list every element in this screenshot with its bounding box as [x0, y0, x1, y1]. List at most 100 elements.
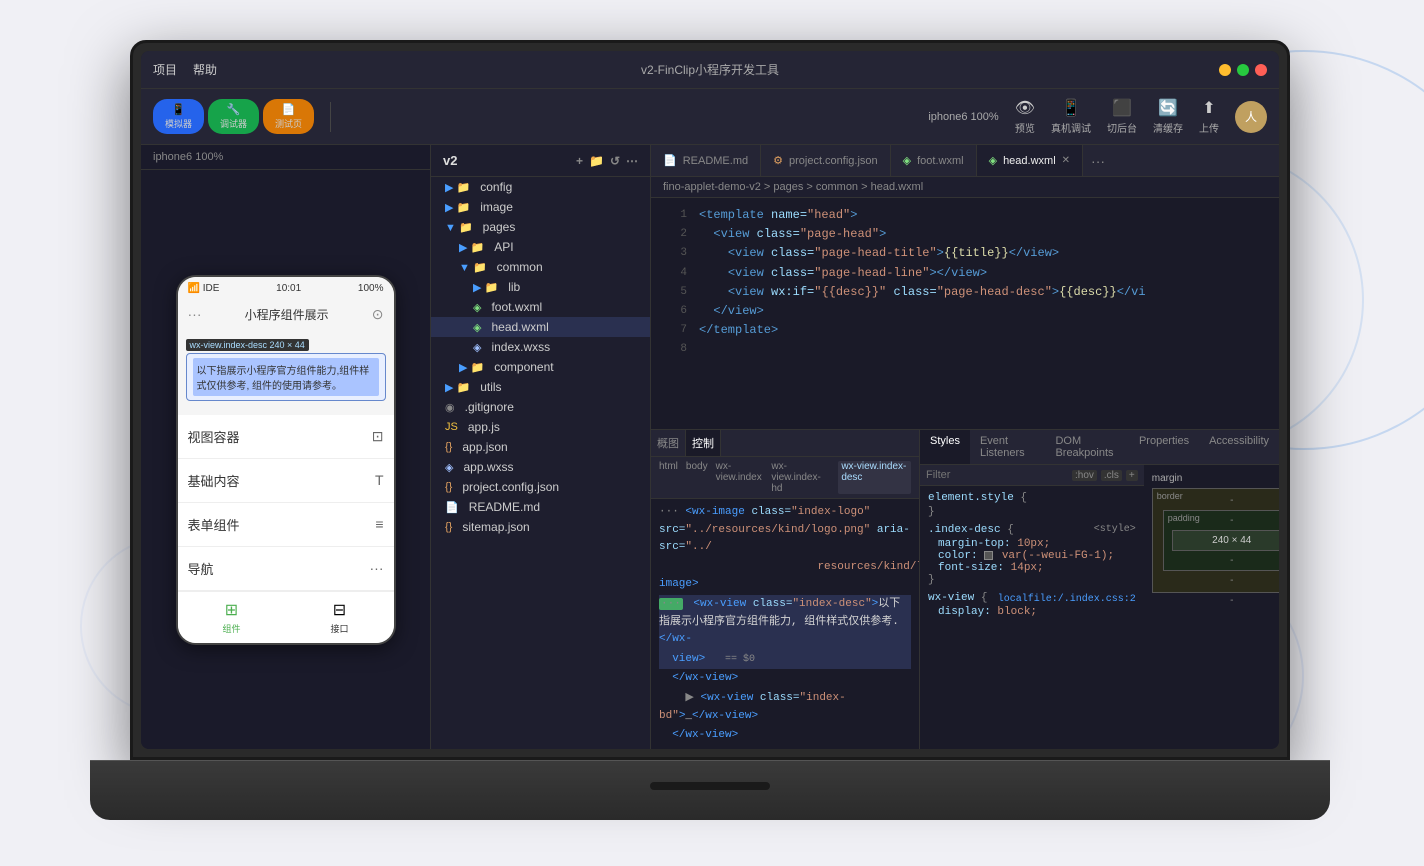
style-tab-properties[interactable]: Properties: [1129, 430, 1199, 464]
code-line-2: 2 <view class="page-head">: [651, 225, 1279, 244]
file-icon: ◉: [445, 401, 455, 414]
style-tab-styles[interactable]: Styles: [920, 430, 970, 464]
maximize-button[interactable]: [1237, 64, 1249, 76]
test-button[interactable]: 📄 测试页: [263, 99, 314, 134]
file-item-utils[interactable]: ▶ 📁utils: [431, 377, 650, 397]
simulate-button[interactable]: 📱 模拟器: [153, 99, 204, 134]
debug-button[interactable]: 🔧 调试器: [208, 99, 259, 134]
file-item-sitemap-json[interactable]: {}sitemap.json: [431, 517, 650, 537]
style-filter-bar: :hov .cls +: [920, 465, 1144, 486]
nav-item-component[interactable]: ⊞ 组件: [178, 600, 286, 635]
tab-bar: 📄 README.md ⚙ project.config.json ◈ foot…: [651, 145, 1279, 177]
title-bar: 项目 帮助 v2-FinClip小程序开发工具: [141, 51, 1279, 89]
file-icon: ▶ 📁: [445, 181, 470, 194]
line-num-4: 4: [659, 264, 687, 283]
clear-cache-action[interactable]: 🔄 清缓存: [1153, 98, 1183, 135]
file-item-image[interactable]: ▶ 📁image: [431, 197, 650, 217]
file-item--gitignore[interactable]: ◉.gitignore: [431, 397, 650, 417]
new-file-icon[interactable]: +: [576, 154, 583, 168]
box-model-header: margin 10: [1152, 473, 1279, 484]
dom-line-4: ▶ <wx-view class="index-bd">_</wx-view>: [659, 689, 911, 726]
preview-action[interactable]: 👁 预览: [1015, 98, 1035, 135]
filter-tag-add[interactable]: +: [1126, 470, 1138, 481]
style-tab-dom-breakpoints[interactable]: DOM Breakpoints: [1045, 430, 1129, 464]
tab-head-wxml[interactable]: ◈ head.wxml ✕: [977, 145, 1083, 176]
file-icon: ◈: [445, 461, 453, 474]
dom-line-6: </body>: [659, 746, 911, 749]
file-item-project-config-json[interactable]: {}project.config.json: [431, 477, 650, 497]
file-item-pages[interactable]: ▼ 📁pages: [431, 217, 650, 237]
toolbar: 📱 模拟器 🔧 调试器 📄 测试页 iphone6 100%: [141, 89, 1279, 145]
file-item-config[interactable]: ▶ 📁 config: [431, 177, 650, 197]
nav-item-api[interactable]: ⊟ 接口: [286, 600, 394, 635]
file-icon: {}: [445, 441, 452, 453]
simulate-icon: 📱: [172, 103, 186, 116]
style-tab-event-listeners[interactable]: Event Listeners: [970, 430, 1045, 464]
file-item-app-json[interactable]: {}app.json: [431, 437, 650, 457]
code-content-4: <view class="page-head-line"></view>: [699, 264, 987, 283]
file-item-README-md[interactable]: 📄README.md: [431, 497, 650, 517]
real-machine-action[interactable]: 📱 真机调试: [1051, 98, 1091, 135]
file-item-app-js[interactable]: JSapp.js: [431, 417, 650, 437]
section-nav: 导航 ···: [178, 547, 394, 591]
box-label-border: border: [1157, 491, 1183, 501]
section-icon-3: ≡: [375, 516, 383, 532]
close-button[interactable]: [1255, 64, 1267, 76]
style-tab-accessibility[interactable]: Accessibility: [1199, 430, 1279, 464]
section-basic-content: 基础内容 T: [178, 459, 394, 503]
filter-tag-cls[interactable]: .cls: [1101, 470, 1122, 481]
box-model-margin-label: margin: [1152, 473, 1183, 484]
dom-crumb-hd[interactable]: wx-view.index-hd: [771, 461, 830, 494]
dom-crumb-desc[interactable]: wx-view.index-desc: [838, 461, 911, 494]
cut-backend-action[interactable]: ⬛ 切后台: [1107, 98, 1137, 135]
user-avatar[interactable]: 人: [1235, 101, 1267, 133]
dom-crumb-html[interactable]: html: [659, 461, 678, 494]
filter-tag-hov[interactable]: :hov: [1072, 470, 1097, 481]
minimize-button[interactable]: [1219, 64, 1231, 76]
file-name: head.wxml: [491, 320, 548, 334]
file-item-component[interactable]: ▶ 📁component: [431, 357, 650, 377]
menu-help[interactable]: 帮助: [193, 61, 217, 78]
menu-project[interactable]: 项目: [153, 61, 177, 78]
file-name: sitemap.json: [462, 520, 529, 534]
file-item-lib[interactable]: ▶ 📁lib: [431, 277, 650, 297]
dom-crumb-index[interactable]: wx-view.index: [716, 461, 764, 494]
tab-readme[interactable]: 📄 README.md: [651, 145, 761, 176]
phone-battery: 100%: [358, 283, 384, 294]
file-icon: JS: [445, 421, 458, 433]
dom-tab-overview[interactable]: 概图: [651, 430, 686, 456]
rule-selector-element: element.style {: [928, 492, 1136, 504]
code-line-1: 1 <template name="head">: [651, 206, 1279, 225]
style-filter-input[interactable]: [926, 469, 1068, 481]
phone-preview-area: 📶 IDE 10:01 100% ··· 小程序组件展示 ⊙: [141, 170, 430, 749]
refresh-icon[interactable]: ↺: [610, 154, 620, 168]
code-content-5: <view wx:if="{{desc}}" class="page-head-…: [699, 283, 1146, 302]
prop-val-fontsize: 14px;: [1011, 562, 1044, 574]
cut-backend-label: 切后台: [1107, 120, 1137, 135]
upload-action[interactable]: ⬆ 上传: [1199, 98, 1219, 135]
code-editor[interactable]: 1 <template name="head"> 2 <view class="…: [651, 198, 1279, 429]
file-item-foot-wxml[interactable]: ◈foot.wxml: [431, 297, 650, 317]
line-num-2: 2: [659, 225, 687, 244]
collapse-icon[interactable]: ⋯: [626, 154, 638, 168]
file-item-app-wxss[interactable]: ◈app.wxss: [431, 457, 650, 477]
rule-selector-desc: .index-desc {: [928, 524, 1014, 536]
rule-prop-margin: margin-top: 10px;: [928, 538, 1136, 550]
file-item-API[interactable]: ▶ 📁API: [431, 237, 650, 257]
file-item-common[interactable]: ▼ 📁common: [431, 257, 650, 277]
tab-project-config[interactable]: ⚙ project.config.json: [761, 145, 891, 176]
new-folder-icon[interactable]: 📁: [589, 154, 604, 168]
tab-foot-wxml[interactable]: ◈ foot.wxml: [891, 145, 977, 176]
file-name: config: [480, 180, 512, 194]
file-item-index-wxss[interactable]: ◈index.wxss: [431, 337, 650, 357]
tab-close-icon[interactable]: ✕: [1062, 155, 1070, 166]
style-rule-element: element.style { }: [928, 492, 1136, 518]
laptop-frame: 项目 帮助 v2-FinClip小程序开发工具 📱 模拟器: [130, 40, 1290, 820]
file-item-head-wxml[interactable]: ◈head.wxml: [431, 317, 650, 337]
tab-more-button[interactable]: ···: [1083, 145, 1113, 176]
dom-tab-source[interactable]: 控制: [686, 430, 721, 456]
dom-crumb-body[interactable]: body: [686, 461, 708, 494]
rule-selector-wxview: wx-view {: [928, 592, 987, 604]
upload-label: 上传: [1199, 120, 1219, 135]
file-icon: {}: [445, 481, 452, 493]
